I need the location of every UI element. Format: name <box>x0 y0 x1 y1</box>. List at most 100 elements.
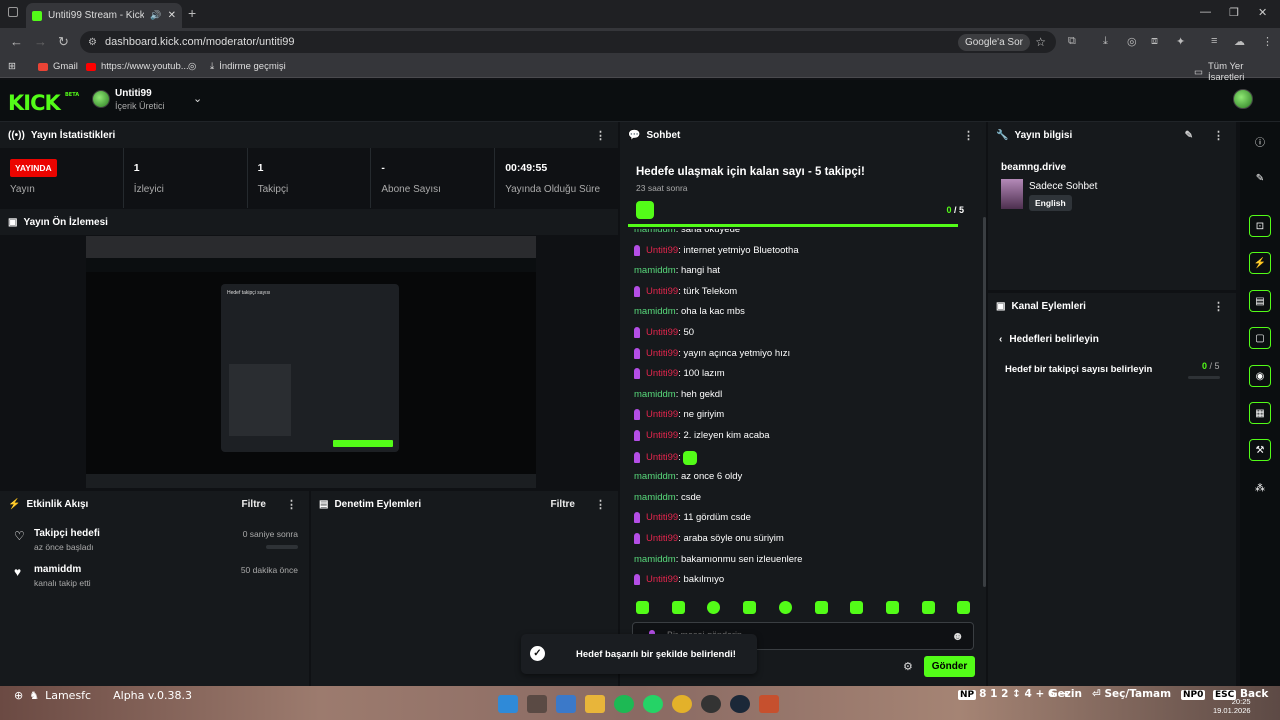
chat-username[interactable]: mamiddm <box>634 306 676 317</box>
forward-icon[interactable]: → <box>34 34 47 49</box>
kick-logo[interactable]: KICK BETA <box>8 91 79 115</box>
spotify-icon[interactable] <box>614 695 634 713</box>
chat-username[interactable]: Untiti99 <box>646 245 678 256</box>
chat-username[interactable]: Untiti99 <box>646 348 678 359</box>
close-window-icon[interactable]: ✕ <box>1258 6 1267 19</box>
info-icon[interactable]: ⓘ <box>1249 130 1271 152</box>
chat-scrollbar[interactable] <box>983 217 986 587</box>
windows-start-icon[interactable] <box>498 695 518 713</box>
extension-puzzle-icon[interactable]: ✦ <box>1176 35 1185 48</box>
bookmark-youtube[interactable]: https://www.youtub... <box>86 61 189 72</box>
emote-icon[interactable] <box>850 601 864 614</box>
google-sor-button[interactable]: Google'a Sor <box>957 33 1030 51</box>
download-icon[interactable]: ⤓ <box>1103 35 1108 48</box>
stream-preview-video[interactable]: Hedef takipçi sayısı <box>86 236 536 488</box>
channel-avatar[interactable] <box>92 90 110 108</box>
url-text[interactable]: dashboard.kick.com/moderator/untiti99 <box>105 36 295 48</box>
chevron-down-icon[interactable]: ⌄ <box>193 92 202 105</box>
more-options-icon[interactable]: ⋮ <box>963 129 974 142</box>
channel-name[interactable]: Untiti99 <box>115 88 152 99</box>
more-options-icon[interactable]: ⋮ <box>286 498 297 511</box>
file-explorer-icon[interactable] <box>585 695 605 713</box>
more-options-icon[interactable]: ⋮ <box>595 129 606 142</box>
calendar-icon[interactable] <box>527 695 547 713</box>
chat-settings-icon[interactable]: ⚙ <box>903 660 913 673</box>
emoji-icon[interactable]: ☻ <box>951 629 964 643</box>
obs-icon[interactable] <box>701 695 721 713</box>
chat-username[interactable]: mamiddm <box>634 471 676 482</box>
omnibox[interactable]: ⚙ dashboard.kick.com/moderator/untiti99 … <box>80 31 1056 53</box>
tab-audio-icon[interactable]: 🔊 <box>150 10 161 21</box>
apps-icon[interactable]: ⁂ <box>1249 477 1271 499</box>
emote-icon[interactable] <box>743 601 757 614</box>
back-icon[interactable]: ← <box>10 34 23 49</box>
chat-username[interactable]: Untiti99 <box>646 409 678 420</box>
chat-username[interactable]: Untiti99 <box>646 368 678 379</box>
emote-icon[interactable] <box>885 601 899 614</box>
media-icon[interactable]: ≡ <box>1211 35 1217 47</box>
emote-icon[interactable] <box>636 601 649 614</box>
chrome-icon[interactable] <box>672 695 692 713</box>
profile-icon[interactable]: ☁ <box>1234 35 1245 48</box>
store-icon[interactable] <box>556 695 576 713</box>
site-info-icon[interactable]: ⚙ <box>88 37 97 48</box>
game-overlay-left: ⊕ ♞ Lamesfc Alpha v.0.38.3 <box>14 689 192 702</box>
chat-text: : sana okuyede <box>675 229 741 235</box>
translate-icon[interactable]: ⧈ <box>1151 35 1158 48</box>
more-options-icon[interactable]: ⋮ <box>595 498 606 511</box>
menu-icon[interactable]: ⋮ <box>1262 35 1273 48</box>
whatsapp-icon[interactable] <box>643 695 663 713</box>
layout-icon[interactable]: ▦ <box>1249 402 1271 424</box>
chat-username[interactable]: mamiddm <box>634 389 676 400</box>
tab-close-icon[interactable]: ✕ <box>168 10 176 21</box>
steam-icon[interactable] <box>730 695 750 713</box>
chat-username[interactable]: mamiddm <box>634 492 676 503</box>
chat-username[interactable]: Untiti99 <box>646 512 678 523</box>
chat-username[interactable]: mamiddm <box>634 265 676 276</box>
chat-username[interactable]: Untiti99 <box>646 327 678 338</box>
bookmark-globe[interactable]: ◎ <box>188 61 196 72</box>
browser-tab[interactable]: Untiti99 Stream - Kick Dash 🔊 ✕ <box>26 3 182 28</box>
minimize-icon[interactable]: — <box>1200 6 1211 18</box>
emote-icon[interactable] <box>814 601 828 614</box>
lightning-icon[interactable]: ⚡ <box>1249 252 1271 274</box>
beamng-icon[interactable] <box>759 695 779 713</box>
broadcast-icon[interactable]: ◉ <box>1249 365 1271 387</box>
chat-username[interactable]: mamiddm <box>634 554 676 565</box>
chat-username[interactable]: Untiti99 <box>646 430 678 441</box>
emote-icon[interactable] <box>707 601 721 614</box>
emote-icon[interactable] <box>921 601 935 614</box>
chat-username[interactable]: Untiti99 <box>646 533 678 544</box>
wrench-icon[interactable]: ⚒ <box>1249 439 1271 461</box>
chat-username[interactable]: Untiti99 <box>646 574 678 585</box>
more-options-icon[interactable]: ⋮ <box>1213 129 1224 142</box>
chat-username[interactable]: mamiddm <box>634 229 676 235</box>
emote-icon[interactable] <box>957 601 971 614</box>
bookmark-downloads[interactable]: ⤓ İndirme geçmişi <box>210 61 286 72</box>
filter-button[interactable]: Filtre <box>242 499 266 510</box>
bookmark-gmail[interactable]: Gmail <box>38 61 78 72</box>
scan-icon[interactable]: ⊡ <box>1249 215 1271 237</box>
screenshot-icon[interactable]: ◎ <box>1127 35 1137 48</box>
pencil-icon[interactable]: ✎ <box>1249 167 1271 189</box>
reload-icon[interactable]: ↻ <box>58 34 69 50</box>
filter-button[interactable]: Filtre <box>551 499 575 510</box>
bookmark-star-icon[interactable]: ☆ <box>1035 35 1046 49</box>
extensions-icon[interactable]: ⧉ <box>1068 35 1076 48</box>
send-button[interactable]: Gönder <box>924 656 975 677</box>
emote-icon[interactable] <box>671 601 685 614</box>
more-options-icon[interactable]: ⋮ <box>1213 300 1224 313</box>
chat-icon[interactable]: ▢ <box>1249 327 1271 349</box>
maximize-icon[interactable]: ❐ <box>1229 6 1239 19</box>
tab-search-icon[interactable] <box>8 7 18 17</box>
user-avatar[interactable] <box>1233 89 1253 109</box>
edit-pencil-icon[interactable]: ✎ <box>1185 130 1193 141</box>
chat-username[interactable]: Untiti99 <box>646 286 678 297</box>
emote-icon[interactable] <box>778 601 792 614</box>
goal-option[interactable]: Hedef bir takipçi sayısı belirleyin <box>1005 364 1152 375</box>
goals-back-button[interactable]: ‹ Hedefleri belirleyin <box>999 334 1099 345</box>
document-icon[interactable]: ▤ <box>1249 290 1271 312</box>
new-tab-icon[interactable]: + <box>188 5 196 21</box>
chat-username[interactable]: Untiti99 <box>646 452 678 463</box>
apps-icon[interactable]: ⊞ <box>8 61 16 72</box>
